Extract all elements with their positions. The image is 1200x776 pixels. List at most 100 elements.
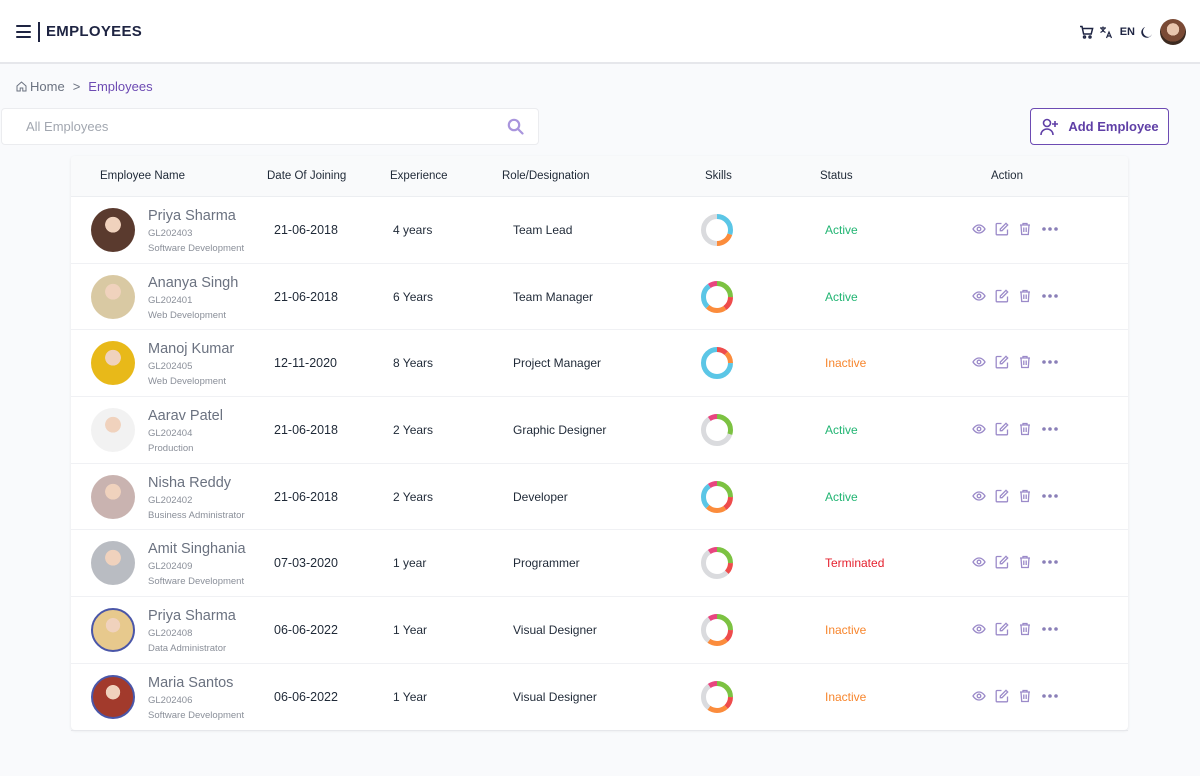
view-icon[interactable] <box>972 222 986 236</box>
table-body: Priya Sharma GL202403 Software Developme… <box>71 197 1128 730</box>
employee-avatar <box>91 474 135 519</box>
skills-donut[interactable] <box>700 680 734 714</box>
breadcrumb-home[interactable]: Home <box>16 79 65 94</box>
more-options-icon[interactable] <box>1041 226 1059 232</box>
employee-id: GL202402 <box>148 494 193 506</box>
experience: 1 year <box>393 556 427 571</box>
delete-icon[interactable] <box>1018 422 1032 436</box>
status-badge: Terminated <box>825 556 885 571</box>
table-row[interactable]: Nisha Reddy GL202402 Business Administra… <box>71 464 1128 531</box>
employee-avatar <box>91 341 135 386</box>
view-icon[interactable] <box>972 555 986 569</box>
employee-name[interactable]: Maria Santos <box>148 675 233 691</box>
employee-avatar <box>91 408 135 453</box>
delete-icon[interactable] <box>1018 355 1032 369</box>
more-options-icon[interactable] <box>1041 293 1059 299</box>
experience: 8 Years <box>393 356 434 371</box>
delete-icon[interactable] <box>1018 555 1032 569</box>
employee-avatar <box>91 274 135 319</box>
employee-department: Web Development <box>148 376 226 388</box>
more-options-icon[interactable] <box>1041 359 1059 365</box>
skills-donut[interactable] <box>700 480 734 514</box>
row-actions <box>972 489 1059 503</box>
table-row[interactable]: Amit Singhania GL202409 Software Develop… <box>71 530 1128 598</box>
edit-icon[interactable] <box>995 622 1009 636</box>
skills-donut[interactable] <box>700 346 734 380</box>
date-of-joining: 21-06-2018 <box>274 423 338 438</box>
column-status[interactable]: Status <box>820 170 853 182</box>
employee-name[interactable]: Nisha Reddy <box>148 475 231 491</box>
column-date-of-joining[interactable]: Date Of Joining <box>267 170 346 182</box>
table-row[interactable]: Manoj Kumar GL202405 Web Development 12-… <box>71 330 1128 398</box>
moon-icon[interactable] <box>1140 26 1153 39</box>
search-input[interactable] <box>2 109 462 144</box>
edit-icon[interactable] <box>995 422 1009 436</box>
employee-id: GL202409 <box>148 561 193 573</box>
view-icon[interactable] <box>972 689 986 703</box>
more-options-icon[interactable] <box>1041 493 1059 499</box>
employee-name[interactable]: Amit Singhania <box>148 541 246 557</box>
experience: 2 Years <box>393 489 434 504</box>
employee-avatar <box>91 541 135 586</box>
skills-donut[interactable] <box>700 546 734 580</box>
more-options-icon[interactable] <box>1041 693 1059 699</box>
employee-name[interactable]: Priya Sharma <box>148 608 236 624</box>
skills-donut[interactable] <box>700 213 734 247</box>
view-icon[interactable] <box>972 289 986 303</box>
column-employee-name[interactable]: Employee Name <box>100 170 185 182</box>
edit-icon[interactable] <box>995 222 1009 236</box>
view-icon[interactable] <box>972 489 986 503</box>
status-badge: Active <box>825 289 858 304</box>
row-actions <box>972 689 1059 703</box>
delete-icon[interactable] <box>1018 289 1032 303</box>
menu-icon[interactable] <box>16 25 31 38</box>
table-row[interactable]: Priya Sharma GL202403 Software Developme… <box>71 197 1128 264</box>
more-options-icon[interactable] <box>1041 559 1059 565</box>
more-options-icon[interactable] <box>1041 426 1059 432</box>
delete-icon[interactable] <box>1018 622 1032 636</box>
delete-icon[interactable] <box>1018 689 1032 703</box>
search-icon[interactable] <box>507 118 524 140</box>
employee-name[interactable]: Manoj Kumar <box>148 341 234 357</box>
employee-department: Web Development <box>148 309 226 321</box>
column-experience[interactable]: Experience <box>390 170 448 182</box>
table-row[interactable]: Maria Santos GL202406 Software Developme… <box>71 664 1128 730</box>
table-row[interactable]: Ananya Singh GL202401 Web Development 21… <box>71 264 1128 331</box>
row-actions <box>972 555 1059 569</box>
table-bottom-edge <box>71 730 1128 731</box>
date-of-joining: 06-06-2022 <box>274 623 338 638</box>
status-badge: Active <box>825 423 858 438</box>
experience: 6 Years <box>393 289 434 304</box>
top-bar: EMPLOYEES EN <box>0 0 1200 64</box>
view-icon[interactable] <box>972 622 986 636</box>
user-avatar[interactable] <box>1160 19 1186 45</box>
employee-name[interactable]: Priya Sharma <box>148 208 236 224</box>
date-of-joining: 21-06-2018 <box>274 489 338 504</box>
delete-icon[interactable] <box>1018 489 1032 503</box>
cart-icon[interactable] <box>1079 25 1094 39</box>
delete-icon[interactable] <box>1018 222 1032 236</box>
skills-donut[interactable] <box>700 280 734 314</box>
skills-donut[interactable] <box>700 413 734 447</box>
view-icon[interactable] <box>972 355 986 369</box>
status-badge: Inactive <box>825 623 867 638</box>
more-options-icon[interactable] <box>1041 626 1059 632</box>
edit-icon[interactable] <box>995 689 1009 703</box>
add-employee-button[interactable]: Add Employee <box>1030 108 1169 145</box>
employee-name[interactable]: Ananya Singh <box>148 275 238 291</box>
skills-donut[interactable] <box>700 613 734 647</box>
table-row[interactable]: Priya Sharma GL202408 Data Administrator… <box>71 597 1128 664</box>
edit-icon[interactable] <box>995 355 1009 369</box>
date-of-joining: 12-11-2020 <box>274 356 338 371</box>
translate-icon[interactable] <box>1099 25 1113 39</box>
edit-icon[interactable] <box>995 489 1009 503</box>
language-selector[interactable]: EN <box>1120 26 1135 38</box>
employee-name[interactable]: Aarav Patel <box>148 408 223 424</box>
table-row[interactable]: Aarav Patel GL202404 Production 21-06-20… <box>71 397 1128 464</box>
edit-icon[interactable] <box>995 555 1009 569</box>
edit-icon[interactable] <box>995 289 1009 303</box>
table-header: Employee Name Date Of Joining Experience… <box>71 156 1128 197</box>
column-role[interactable]: Role/Designation <box>502 170 590 182</box>
column-skills[interactable]: Skills <box>705 170 732 182</box>
view-icon[interactable] <box>972 422 986 436</box>
